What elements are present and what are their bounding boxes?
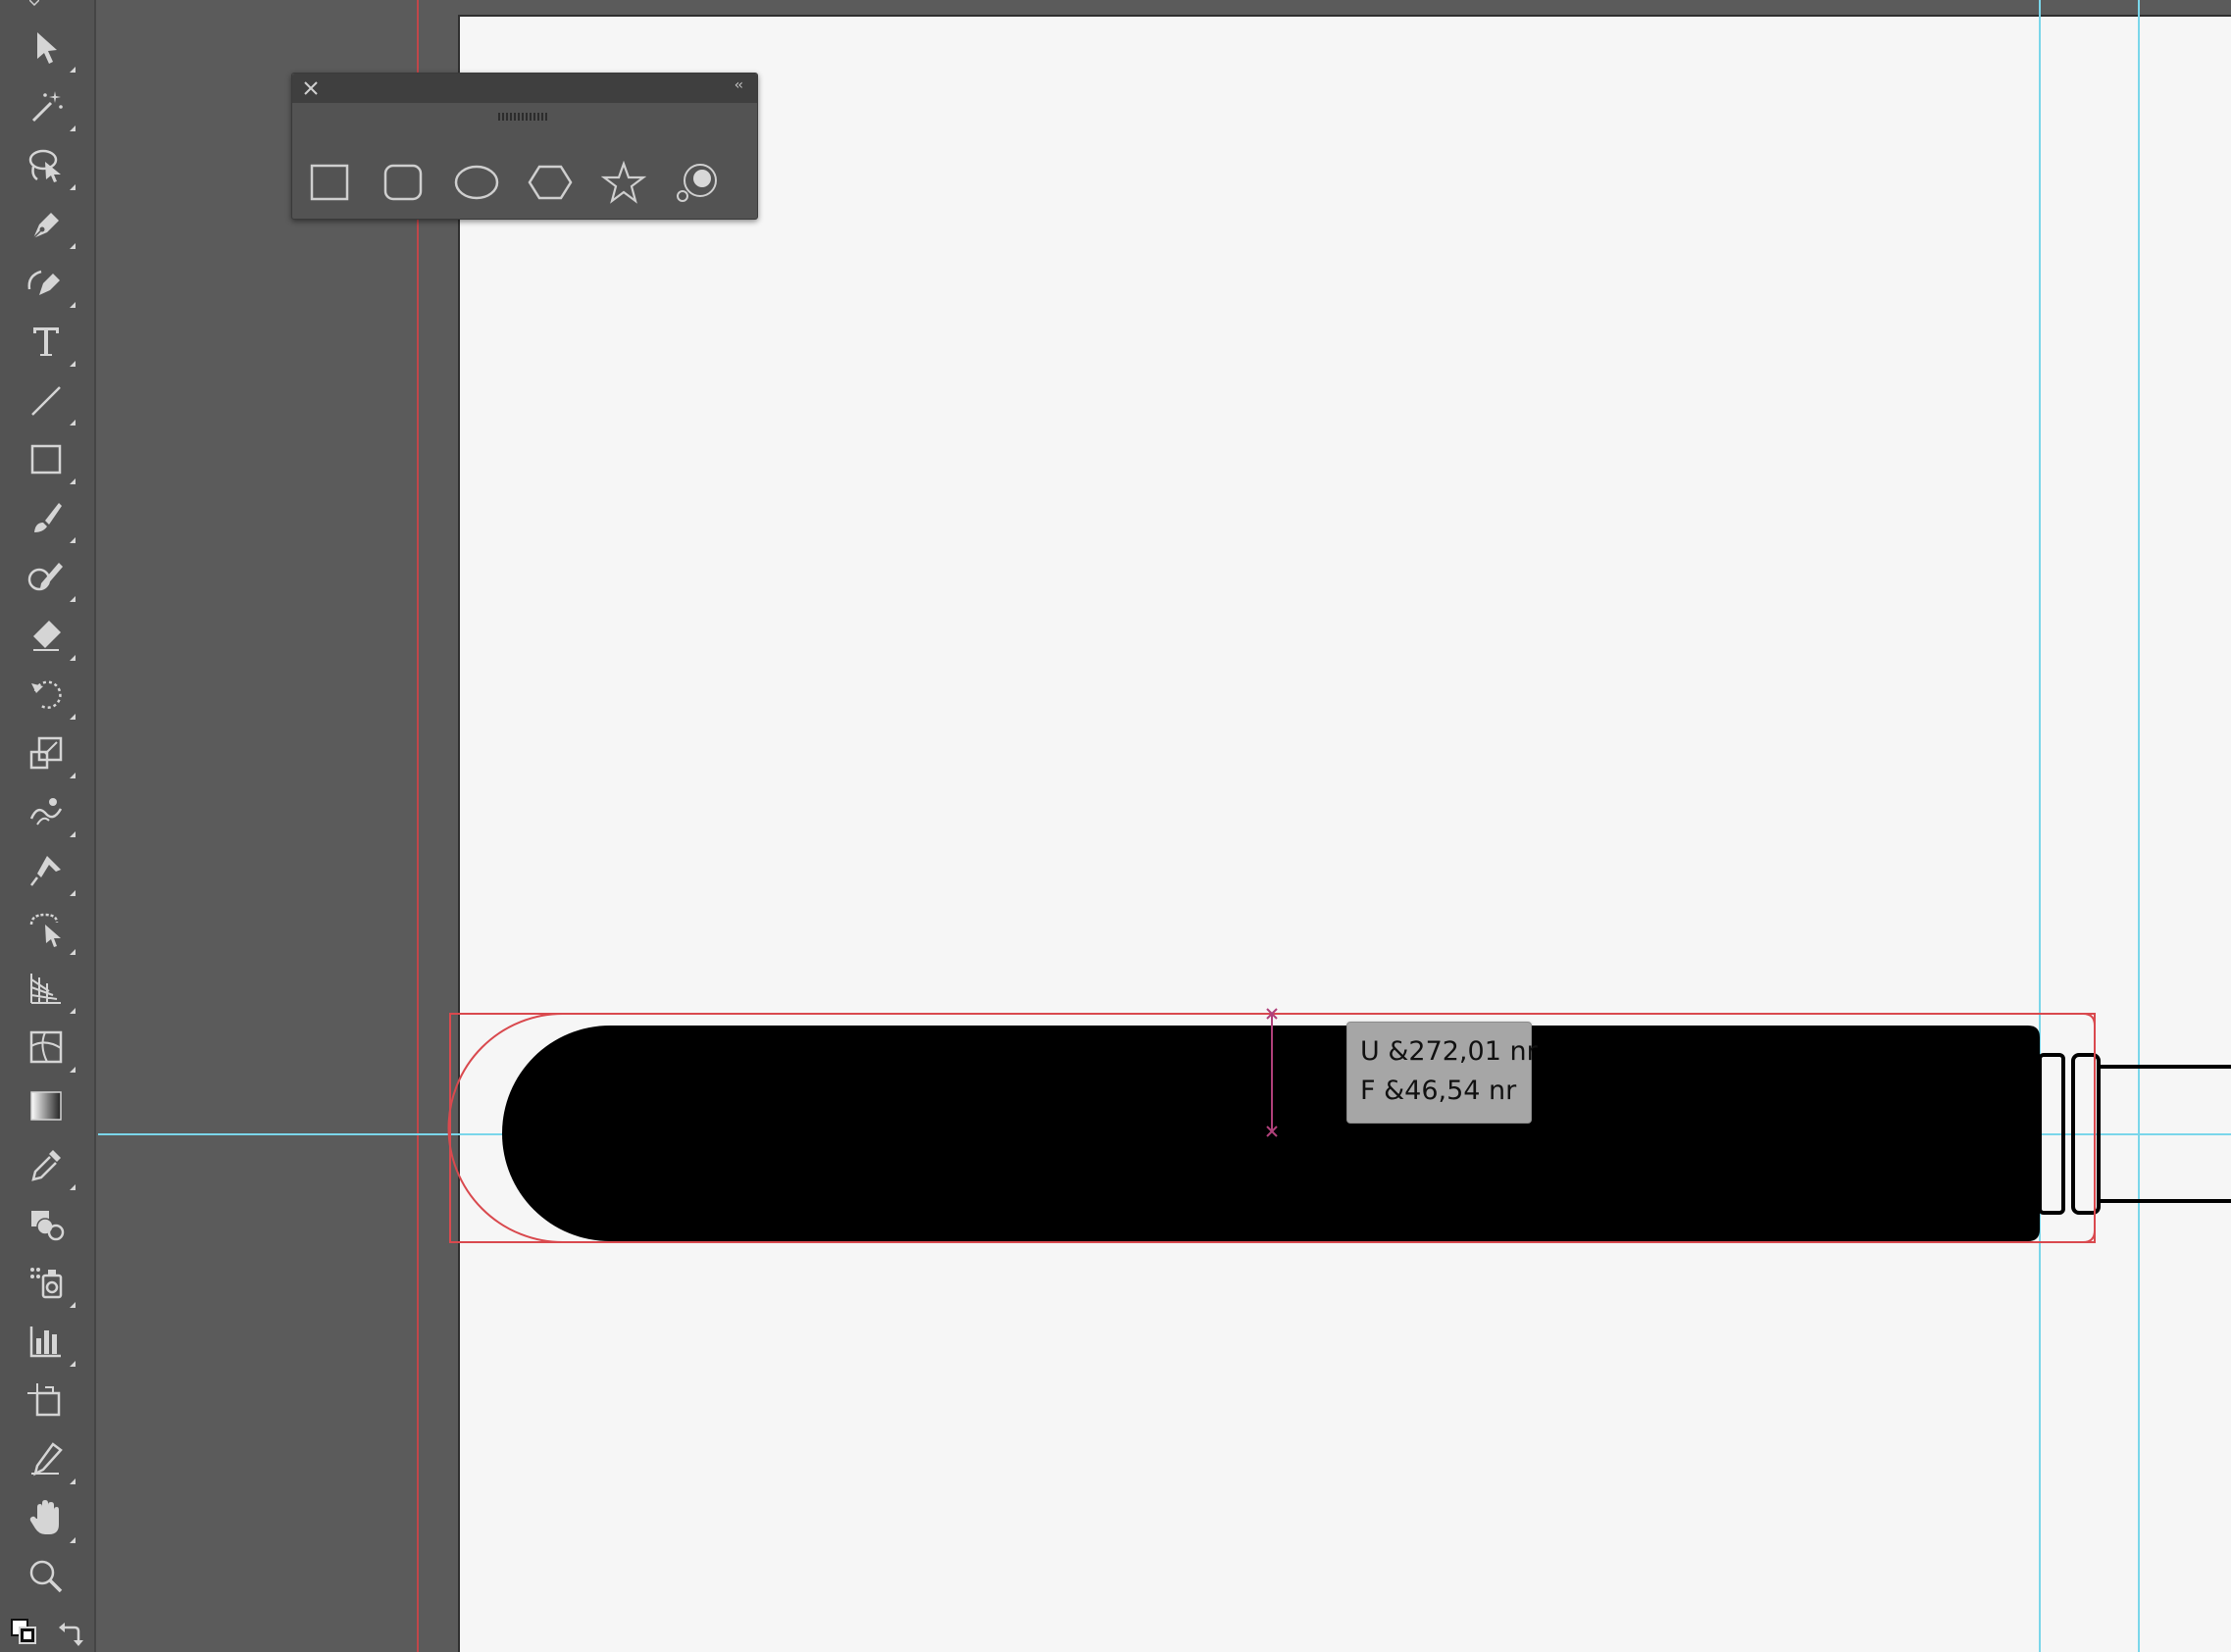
column-graph-tool-button[interactable] <box>17 1314 76 1369</box>
eraser-tool-icon <box>33 621 61 651</box>
free-transform-tool-button[interactable] <box>17 902 76 957</box>
rectangle-tool-icon <box>30 444 62 475</box>
pen-tool-icon <box>32 213 59 239</box>
free-transform-tool-icon <box>29 913 61 947</box>
gradient-tool-icon <box>30 1091 62 1121</box>
mesh-tool-button[interactable] <box>17 1020 76 1075</box>
selection-tool-button[interactable] <box>17 20 76 75</box>
polygon-icon <box>528 165 573 200</box>
curvature-tool-icon <box>27 270 60 295</box>
fill-stroke-swatch-icon[interactable] <box>10 1618 37 1645</box>
symbol-sprayer-tool-button[interactable] <box>17 1255 76 1310</box>
lasso-tool-icon <box>28 149 61 182</box>
perspective-grid-tool-button[interactable] <box>17 961 76 1016</box>
paintbrush-tool-icon <box>34 503 62 532</box>
panel-grip-handle[interactable] <box>498 113 547 121</box>
star-icon <box>601 161 646 204</box>
shaper-tool-icon <box>27 563 63 591</box>
rectangle-icon <box>310 164 349 201</box>
rectangle-tool-button[interactable] <box>17 431 76 486</box>
hand-tool-button[interactable] <box>17 1490 76 1545</box>
zoom-tool-button[interactable] <box>17 1549 76 1604</box>
shape-builder-tool-button[interactable] <box>17 1196 76 1251</box>
mesh-tool-icon <box>29 1030 63 1064</box>
artboard-tool-button[interactable] <box>17 1373 76 1427</box>
star-shape-button[interactable] <box>600 160 647 205</box>
slice-tool-button[interactable] <box>17 1431 76 1486</box>
paintbrush-tool-button[interactable] <box>17 490 76 545</box>
measurement-tooltip: U &272,01 nr F &46,54 nr <box>1346 1022 1538 1124</box>
measurement-height-label: F &46,54 nr <box>1360 1076 1517 1106</box>
gradient-tool-button[interactable] <box>17 1078 76 1133</box>
eyedropper-tool-icon <box>31 1150 61 1181</box>
polygon-shape-button[interactable] <box>527 160 574 205</box>
selection-tool-icon <box>37 32 57 64</box>
close-icon[interactable] <box>302 79 320 97</box>
illustrator-workspace: U &272,01 nr F &46,54 nr ‹‹ <box>0 0 2231 1652</box>
pen-tool-button[interactable] <box>17 196 76 251</box>
column-graph-tool-icon <box>29 1327 61 1358</box>
scale-tool-button[interactable] <box>17 726 76 780</box>
symbol-sprayer-tool-icon <box>30 1268 63 1299</box>
rotate-tool-icon <box>31 680 62 709</box>
scale-tool-icon <box>29 736 63 770</box>
hand-tool-icon <box>29 1500 59 1534</box>
shaper-tool-button[interactable] <box>17 549 76 604</box>
shapes-floating-panel[interactable]: ‹‹ <box>291 73 758 220</box>
outlined-object[interactable] <box>2038 1053 2231 1215</box>
puppet-warp-tool-button[interactable] <box>17 843 76 898</box>
rounded-rectangle-icon <box>383 164 423 201</box>
shape-builder-tool-icon <box>31 1211 65 1241</box>
toolbar-collapse-arrow-icon[interactable] <box>29 0 39 6</box>
line-segment-tool-button[interactable] <box>17 373 76 427</box>
warp-tool-icon <box>29 798 63 826</box>
tools-panel <box>0 0 96 1652</box>
magic-wand-tool-icon <box>31 91 63 123</box>
measurement-width-label: U &272,01 nr <box>1360 1036 1538 1067</box>
lasso-tool-button[interactable] <box>17 137 76 192</box>
ellipse-shape-button[interactable] <box>453 160 500 205</box>
eyedropper-tool-button[interactable] <box>17 1137 76 1192</box>
ellipse-icon <box>454 165 499 200</box>
rectangle-shape-button[interactable] <box>306 160 353 205</box>
slice-tool-icon <box>31 1442 63 1477</box>
eraser-tool-button[interactable] <box>17 608 76 663</box>
collapse-panel-icon[interactable]: ‹‹ <box>735 77 743 93</box>
rotate-tool-button[interactable] <box>17 667 76 722</box>
perspective-grid-tool-icon <box>30 974 61 1004</box>
flare-shape-button[interactable] <box>674 160 721 205</box>
puppet-warp-tool-icon <box>30 856 61 886</box>
artboard-tool-icon <box>27 1383 61 1417</box>
rounded-rectangle-shape-button[interactable] <box>380 160 427 205</box>
magic-wand-tool-button[interactable] <box>17 78 76 133</box>
curvature-tool-button[interactable] <box>17 255 76 310</box>
flare-icon <box>677 164 717 202</box>
type-tool-icon <box>33 327 59 356</box>
type-tool-button[interactable] <box>17 314 76 369</box>
panel-header[interactable]: ‹‹ <box>292 74 757 103</box>
warp-tool-button[interactable] <box>17 784 76 839</box>
line-segment-tool-icon <box>31 386 61 416</box>
artwork-layer <box>447 1008 2231 1243</box>
zoom-tool-icon <box>29 1560 63 1593</box>
swap-fill-stroke-icon[interactable] <box>57 1620 84 1647</box>
